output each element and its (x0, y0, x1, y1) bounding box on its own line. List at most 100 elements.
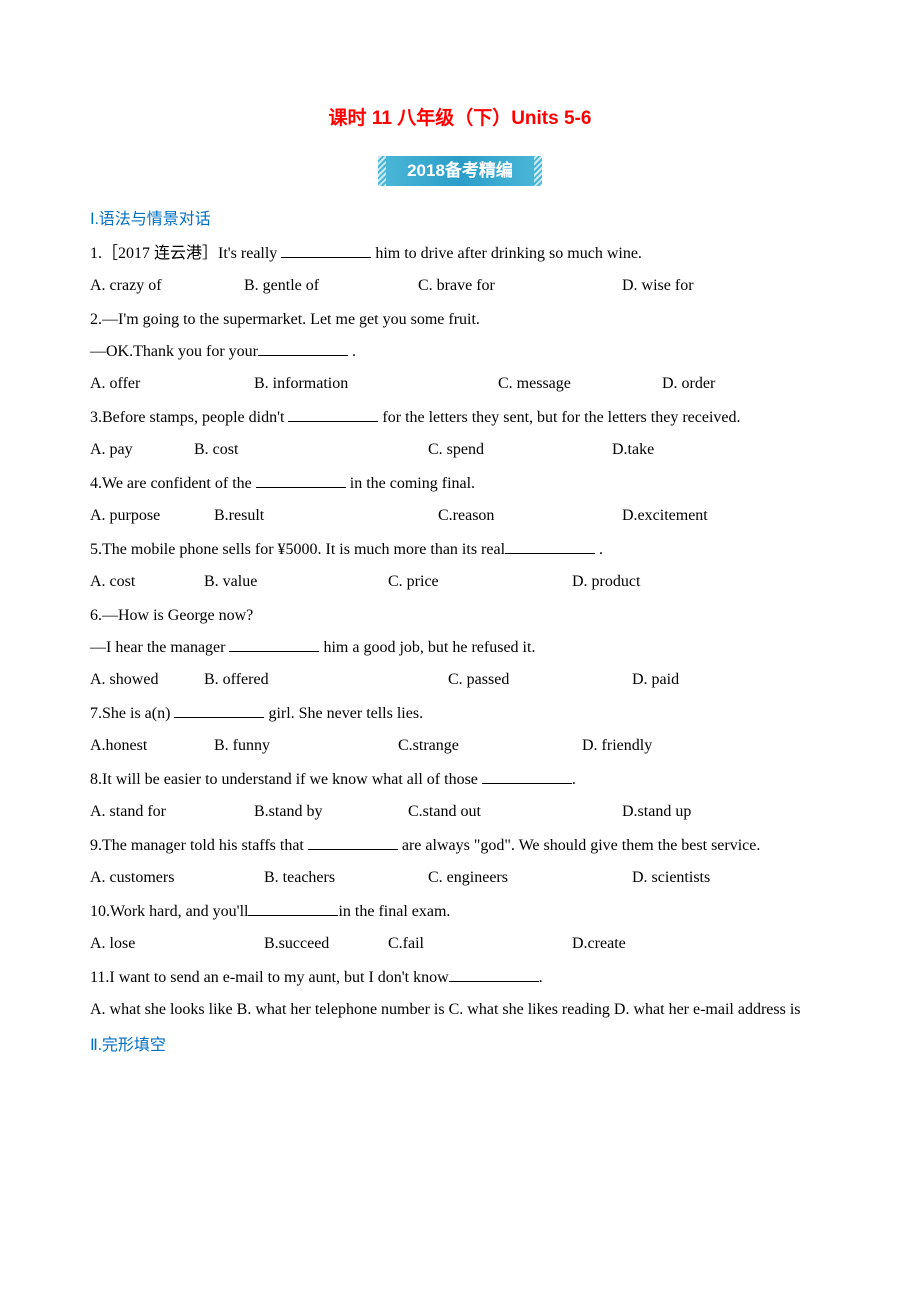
option-a: A. crazy of (90, 270, 240, 302)
question-line-1: 6.—How is George now? (90, 600, 830, 632)
option-a: A. cost (90, 566, 200, 598)
options: A. stand for B.stand by C.stand out D.st… (90, 796, 830, 828)
option-c: C. what she likes reading (449, 994, 610, 1026)
question-text: 10.Work hard, and you'll in the final exa… (90, 896, 830, 928)
question-6: 6.—How is George now? —I hear the manage… (90, 600, 830, 696)
option-a: A. showed (90, 664, 200, 696)
question-5: 5.The mobile phone sells for ¥5000. It i… (90, 534, 830, 598)
option-d: D. what her e-mail address is (614, 994, 801, 1026)
option-b: B. funny (214, 730, 394, 762)
option-b: B.stand by (254, 796, 404, 828)
question-9: 9.The manager told his staffs that are a… (90, 830, 830, 894)
question-4: 4.We are confident of the in the coming … (90, 468, 830, 532)
question-1: 1.［2017 连云港］It's really him to drive aft… (90, 238, 830, 302)
text-after: in the coming final. (346, 475, 475, 492)
question-11: 11.I want to send an e-mail to my aunt, … (90, 962, 830, 1026)
option-a: A. what she looks like (90, 994, 233, 1026)
options: A. customers B. teachers C. engineers D.… (90, 862, 830, 894)
option-a: A. customers (90, 862, 260, 894)
blank (248, 902, 338, 916)
question-7: 7.She is a(n) girl. She never tells lies… (90, 698, 830, 762)
question-text: 11.I want to send an e-mail to my aunt, … (90, 962, 830, 994)
text-before: —OK.Thank you for your (90, 343, 258, 360)
option-d: D. friendly (582, 730, 652, 762)
blank (482, 770, 572, 784)
section-1-header: Ⅰ.语法与情景对话 (90, 204, 830, 236)
text-before: 8.It will be easier to understand if we … (90, 771, 482, 788)
blank (174, 704, 264, 718)
question-3: 3.Before stamps, people didn't for the l… (90, 402, 830, 466)
options: A.honest B. funny C.strange D. friendly (90, 730, 830, 762)
question-text: 1.［2017 连云港］It's really him to drive aft… (90, 238, 830, 270)
question-8: 8.It will be easier to understand if we … (90, 764, 830, 828)
blank (258, 342, 348, 356)
question-line-2: —OK.Thank you for your . (90, 336, 830, 368)
options: A. cost B. value C. price D. product (90, 566, 830, 598)
blank (505, 540, 595, 554)
options: A. lose B.succeed C.fail D.create (90, 928, 830, 960)
option-c: C. passed (448, 664, 628, 696)
options: A. offer B. information C. message D. or… (90, 368, 830, 400)
options: A. showed B. offered C. passed D. paid (90, 664, 830, 696)
text-before: 3.Before stamps, people didn't (90, 409, 288, 426)
option-d: D.excitement (622, 500, 708, 532)
option-c: C. engineers (428, 862, 628, 894)
blank (449, 968, 539, 982)
question-text: 9.The manager told his staffs that are a… (90, 830, 830, 862)
option-c: C.strange (398, 730, 578, 762)
option-b: B. what her telephone number is (237, 994, 445, 1026)
option-c: C. message (498, 368, 658, 400)
text-before: 10.Work hard, and you'll (90, 903, 248, 920)
option-a: A.honest (90, 730, 210, 762)
text-before: 7.She is a(n) (90, 705, 174, 722)
text-before: 1.［2017 连云港］It's really (90, 245, 281, 262)
option-d: D.create (572, 928, 626, 960)
text-after: him a good job, but he refused it. (319, 639, 535, 656)
option-b: B.result (214, 500, 434, 532)
option-d: D.take (612, 434, 654, 466)
option-a: A. pay (90, 434, 190, 466)
blank (229, 638, 319, 652)
option-d: D. paid (632, 664, 679, 696)
option-b: B. cost (194, 434, 424, 466)
exam-banner: 2018备考精编 (378, 156, 542, 186)
question-text: 3.Before stamps, people didn't for the l… (90, 402, 830, 434)
option-b: B. gentle of (244, 270, 414, 302)
text-after: for the letters they sent, but for the l… (378, 409, 740, 426)
options: A. what she looks like B. what her telep… (90, 994, 830, 1026)
question-text: 5.The mobile phone sells for ¥5000. It i… (90, 534, 830, 566)
text-after: are always "god". We should give them th… (398, 837, 761, 854)
option-d: D. wise for (622, 270, 694, 302)
blank (288, 408, 378, 422)
question-text: 8.It will be easier to understand if we … (90, 764, 830, 796)
text-before: 11.I want to send an e-mail to my aunt, … (90, 969, 449, 986)
option-c: C.stand out (408, 796, 618, 828)
option-b: B. information (254, 368, 494, 400)
option-d: D. scientists (632, 862, 710, 894)
text-after: . (348, 343, 356, 360)
option-b: B. teachers (264, 862, 424, 894)
text-after: . (595, 541, 603, 558)
text-before: 4.We are confident of the (90, 475, 256, 492)
page-title: 课时 11 八年级（下）Units 5-6 (90, 100, 830, 138)
option-a: A. stand for (90, 796, 250, 828)
option-b: B.succeed (264, 928, 384, 960)
option-a: A. lose (90, 928, 260, 960)
option-c: C. price (388, 566, 568, 598)
blank (281, 244, 371, 258)
text-before: 5.The mobile phone sells for ¥5000. It i… (90, 541, 505, 558)
option-d: D.stand up (622, 796, 691, 828)
question-text: 4.We are confident of the in the coming … (90, 468, 830, 500)
option-b: B. value (204, 566, 384, 598)
question-10: 10.Work hard, and you'll in the final exa… (90, 896, 830, 960)
option-c: C.fail (388, 928, 568, 960)
text-after: in the final exam. (338, 903, 450, 920)
option-d: D. order (662, 368, 715, 400)
option-c: C.reason (438, 500, 618, 532)
text-before: —I hear the manager (90, 639, 229, 656)
question-line-1: 2.—I'm going to the supermarket. Let me … (90, 304, 830, 336)
question-2: 2.—I'm going to the supermarket. Let me … (90, 304, 830, 400)
option-a: A. offer (90, 368, 250, 400)
options: A. pay B. cost C. spend D.take (90, 434, 830, 466)
blank (308, 836, 398, 850)
